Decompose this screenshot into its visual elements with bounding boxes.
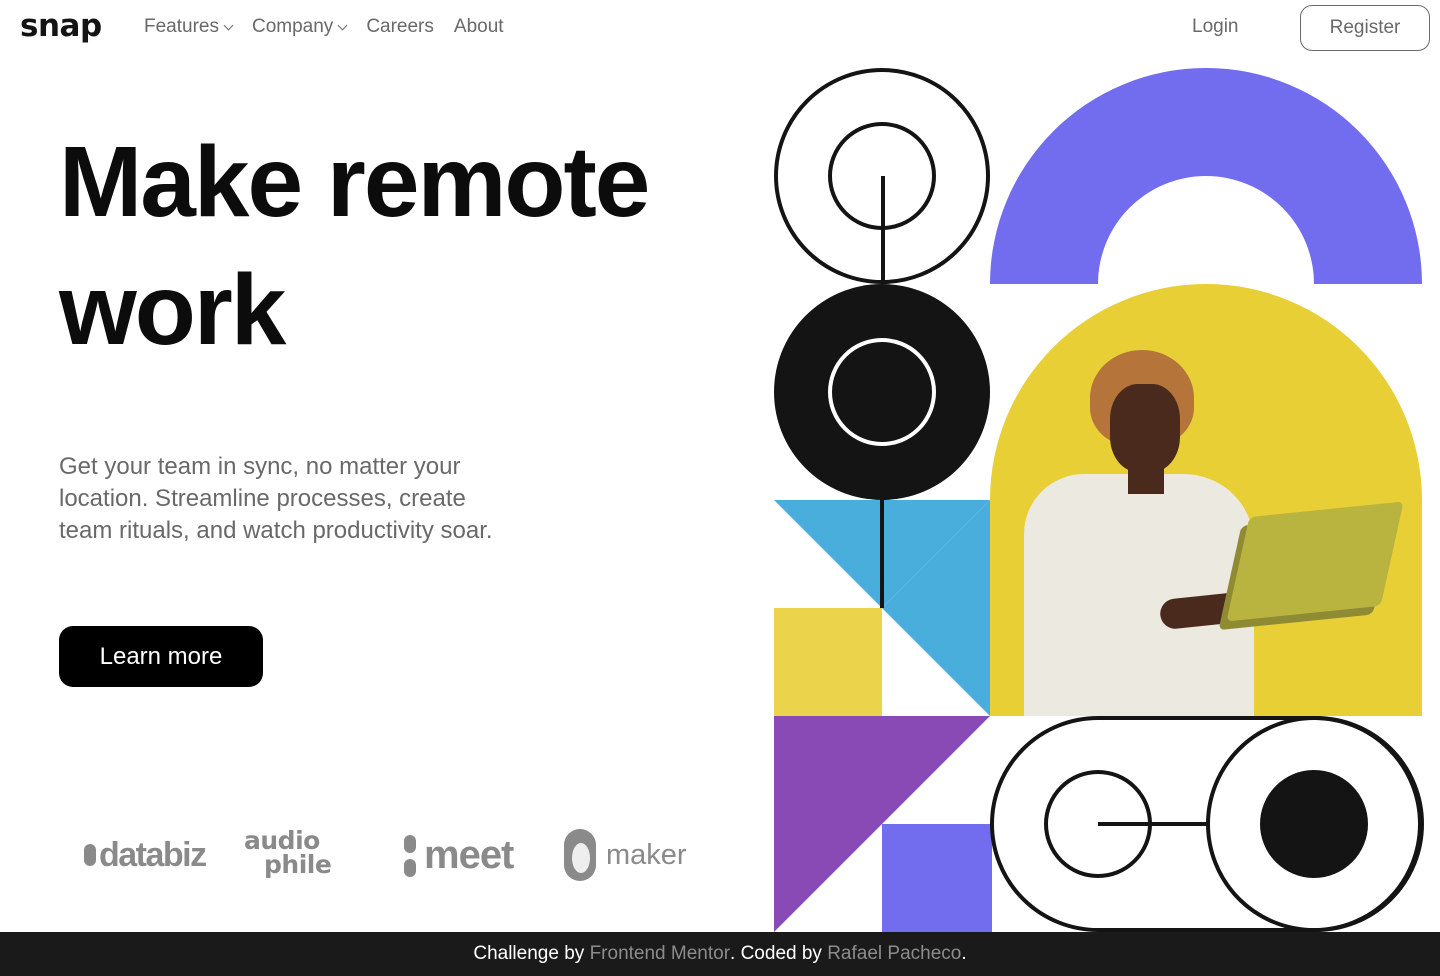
footer-suffix: . <box>961 943 967 964</box>
outline-pill <box>990 716 1424 932</box>
author-link[interactable]: Rafael Pacheco <box>827 943 961 965</box>
outline-circle-bottom-left <box>1044 770 1152 878</box>
client-logos: databiz audio phile meet maker <box>84 820 687 890</box>
yellow-square <box>774 608 882 716</box>
snap-logo[interactable]: snap <box>20 8 102 44</box>
hero-title: Make remote work <box>59 126 650 366</box>
violet-triangle <box>774 716 990 932</box>
photo-face <box>1110 384 1180 472</box>
photo-laptop <box>1226 501 1404 622</box>
nav-features[interactable]: Features <box>144 16 234 38</box>
hero-description: Get your team in sync, no matter your lo… <box>59 453 493 544</box>
databiz-logo: databiz <box>84 820 207 890</box>
black-dot <box>1260 770 1368 878</box>
footer-prefix: Challenge by <box>473 943 590 964</box>
outline-circle-small <box>828 122 936 230</box>
audiophile-logo: audio phile <box>244 820 356 890</box>
nav-careers-label: Careers <box>366 16 434 37</box>
black-disc <box>774 284 990 500</box>
purple-arch <box>990 68 1422 284</box>
databiz-mark-icon <box>84 844 96 866</box>
sky-triangle-right <box>882 500 990 716</box>
meet-text: meet <box>424 832 514 877</box>
meet-mark-icon <box>404 829 416 881</box>
learn-more-button[interactable]: Learn more <box>59 626 263 687</box>
attribution-footer: Challenge by Frontend Mentor . Coded by … <box>0 932 1440 976</box>
nav-company[interactable]: Company <box>251 16 348 38</box>
white-ring <box>828 338 936 446</box>
sky-triangle-left <box>774 500 990 608</box>
site-header: snap Features Company Careers About Logi… <box>0 0 1440 58</box>
footer-middle: . Coded by <box>730 943 828 964</box>
nav-company-label: Company <box>251 16 334 37</box>
outline-circle-large <box>774 68 990 284</box>
login-link[interactable]: Login <box>1192 16 1239 38</box>
nav-about[interactable]: About <box>454 16 504 38</box>
maker-text: maker <box>606 838 687 871</box>
maker-mark-icon <box>564 829 596 881</box>
chevron-down-icon <box>337 20 348 31</box>
purple-block <box>882 824 992 932</box>
maker-logo: maker <box>564 820 687 890</box>
register-button[interactable]: Register <box>1300 5 1430 51</box>
nav-features-label: Features <box>144 16 219 37</box>
meet-logo: meet <box>404 820 514 890</box>
audiophile-text-bottom: phile <box>264 850 332 879</box>
outline-circle-bottom-right <box>1206 716 1422 932</box>
nav-careers[interactable]: Careers <box>366 16 434 38</box>
databiz-text: databiz <box>99 835 207 874</box>
hero-photo <box>990 284 1422 716</box>
frontend-mentor-link[interactable]: Frontend Mentor <box>590 943 730 965</box>
chevron-down-icon <box>223 20 234 31</box>
main-nav: Features Company Careers About <box>144 16 504 38</box>
nav-about-label: About <box>453 16 504 37</box>
